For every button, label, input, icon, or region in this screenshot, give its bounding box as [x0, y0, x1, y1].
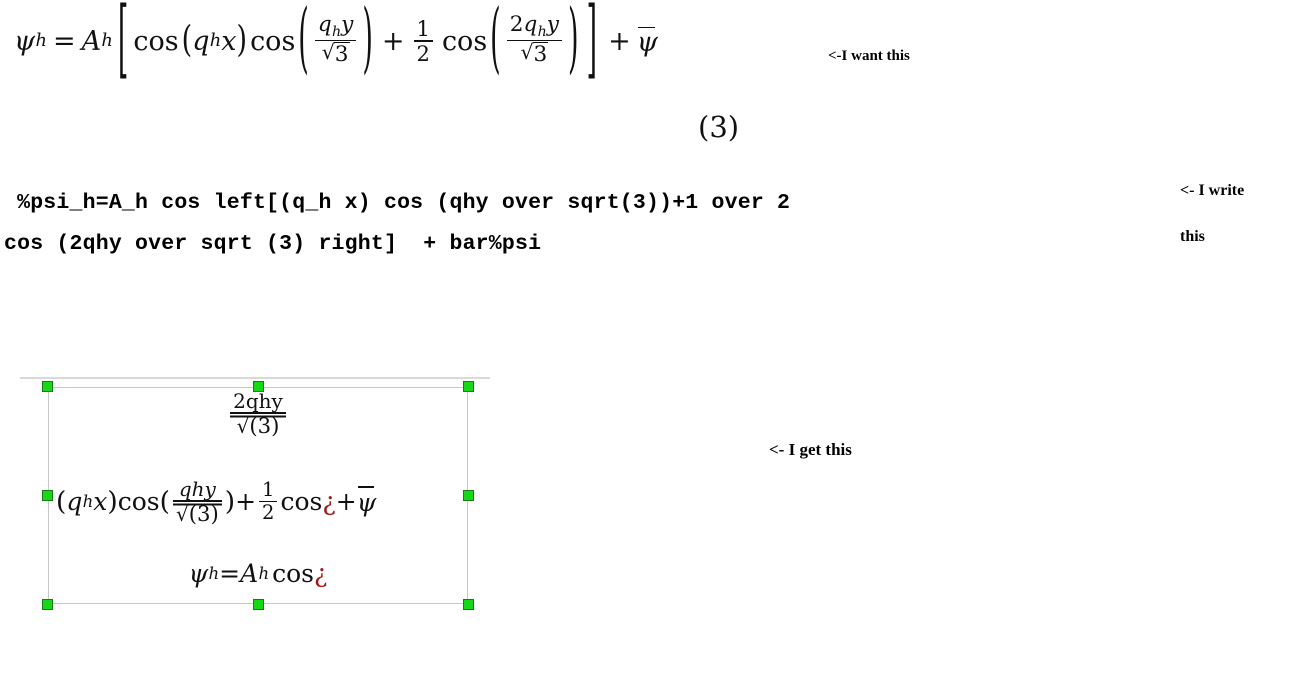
- plus-sign-2: +: [335, 487, 357, 517]
- wavevector-q-1: q: [192, 25, 210, 57]
- fraction-one-half-broken: 1 2: [259, 478, 278, 525]
- A-subscript-h: h: [101, 30, 113, 52]
- radical-sign: √: [236, 413, 250, 438]
- paren-open: (: [56, 486, 67, 518]
- formula-source-markup[interactable]: %psi_h=A_h cos left[(q_h x) cos (qhy ove…: [4, 183, 790, 266]
- resize-handle-middle-left[interactable]: [42, 490, 53, 501]
- psi-symbol: ψ: [14, 25, 36, 57]
- annotation-i-write-line1: <- I write: [1180, 182, 1245, 199]
- annotation-i-write-line2: this: [1180, 228, 1205, 245]
- resize-handle-middle-right[interactable]: [463, 490, 474, 501]
- fraction-denominator: √(3): [234, 414, 283, 437]
- radicand-3-2: 3: [532, 42, 549, 68]
- fraction-denominator: √ 3: [517, 41, 551, 68]
- fraction-numerator: qhy: [317, 12, 354, 40]
- one-half-numerator: 1: [262, 478, 275, 502]
- cos-operator-2: cos: [250, 25, 296, 57]
- wavevector-q: q: [66, 487, 83, 517]
- paren-close-2: ): [224, 486, 236, 518]
- cos-operator-1: cos: [133, 25, 179, 57]
- broken-bottom-line: ψh = Ah cos ¿: [48, 559, 468, 588]
- plus-sign-1: +: [235, 487, 257, 517]
- amplitude-A: A: [81, 25, 102, 57]
- variable-x: x: [93, 487, 108, 517]
- resize-handle-top-left[interactable]: [42, 381, 53, 392]
- equation-number: (3): [698, 110, 740, 144]
- target-equation: ψh = Ah [ cos (q h x) cos ( qhy √ 3 ) + 1 2…: [14, 0, 658, 84]
- resize-handle-top-center[interactable]: [252, 381, 264, 392]
- paren-open-3: (: [490, 0, 501, 84]
- resize-handle-top-right[interactable]: [463, 381, 474, 392]
- document-horizontal-rule: [20, 377, 490, 379]
- paren-open-2: (: [298, 0, 309, 84]
- annotation-i-want-this: <-I want this: [828, 48, 910, 64]
- cos-operator-3: cos: [441, 25, 488, 57]
- one-half-denominator: 2: [262, 501, 275, 525]
- one-half-numerator: 1: [416, 15, 430, 41]
- fraction-one-half: 1 2: [413, 15, 433, 66]
- fraction-qhy-over-sqrt3-broken: qhy √(3): [172, 477, 222, 525]
- resize-handle-bottom-left[interactable]: [42, 599, 53, 610]
- selected-formula-object[interactable]: 2qhy √(3) (q h x) cos ( qhy √(3) ) + 1 2 c…: [42, 381, 474, 610]
- amplitude-A: A: [240, 559, 259, 588]
- fraction-qhy-over-sqrt3: qhy √ 3: [314, 12, 357, 68]
- radicand-parenthesized-3: (3): [188, 500, 219, 526]
- source-line-1: %psi_h=A_h cos left[(q_h x) cos (qhy ove…: [4, 191, 791, 215]
- radicand-3-1: 3: [333, 42, 350, 68]
- q-subscript-h: h: [82, 492, 94, 512]
- A-subscript-h: h: [258, 564, 270, 583]
- psi-bar-symbol: ψ: [636, 26, 658, 58]
- fraction-numerator: 2qhy: [509, 12, 559, 40]
- psi-symbol: ψ: [188, 559, 209, 588]
- left-square-bracket: [: [117, 0, 129, 90]
- broken-formula-render: 2qhy √(3) (q h x) cos ( qhy √(3) ) + 1 2 c…: [48, 387, 468, 604]
- broken-top-fraction: 2qhy √(3): [48, 391, 468, 436]
- variable-x: x: [221, 25, 237, 57]
- fraction-2qhy-over-sqrt3: 2qhy √ 3: [506, 12, 562, 68]
- radical-sign: √: [175, 501, 189, 526]
- fraction-numerator: 2qhy: [233, 389, 283, 413]
- cos-operator-1: cos: [117, 487, 160, 517]
- plus-sign-1: +: [381, 25, 405, 57]
- paren-close-3: ): [567, 0, 579, 84]
- cos-operator: cos: [272, 559, 314, 588]
- paren-open-2: (: [159, 486, 170, 518]
- error-glyph-inverted-question-1: ¿: [322, 487, 336, 517]
- paren-close-2: ): [362, 0, 373, 84]
- equals-sign: =: [219, 559, 241, 588]
- psi-bar-symbol: ψ: [356, 486, 377, 518]
- equals-sign: =: [52, 25, 76, 57]
- paren-close: ): [107, 486, 118, 518]
- cos-operator-2: cos: [280, 487, 323, 517]
- radicand-parenthesized-3: (3): [249, 412, 280, 438]
- one-half-denominator: 2: [416, 40, 430, 66]
- psi-subscript-h: h: [208, 564, 220, 583]
- source-line-2: cos (2qhy over sqrt (3) right] + bar%psi: [4, 232, 542, 257]
- fraction-denominator: √ 3: [319, 41, 353, 68]
- right-square-bracket: ]: [586, 0, 598, 90]
- plus-sign-2: +: [608, 25, 631, 57]
- fraction-numerator: qhy: [178, 477, 216, 501]
- fraction-denominator: √(3): [173, 502, 222, 525]
- error-glyph-inverted-question-2: ¿: [313, 559, 328, 588]
- q-subscript-h-1: h: [209, 30, 222, 52]
- annotation-i-get-this: <- I get this: [769, 440, 852, 459]
- paren-open-1: (: [181, 19, 193, 62]
- paren-close-1: ): [236, 19, 248, 62]
- broken-main-line: (q h x) cos ( qhy √(3) ) + 1 2 cos ¿ + ψ: [56, 479, 376, 524]
- resize-handle-bottom-center[interactable]: [252, 599, 264, 610]
- resize-handle-bottom-right[interactable]: [463, 599, 474, 610]
- psi-subscript-h: h: [35, 30, 47, 52]
- fraction-2qhy-over-sqrt3-broken: 2qhy √(3): [230, 391, 286, 436]
